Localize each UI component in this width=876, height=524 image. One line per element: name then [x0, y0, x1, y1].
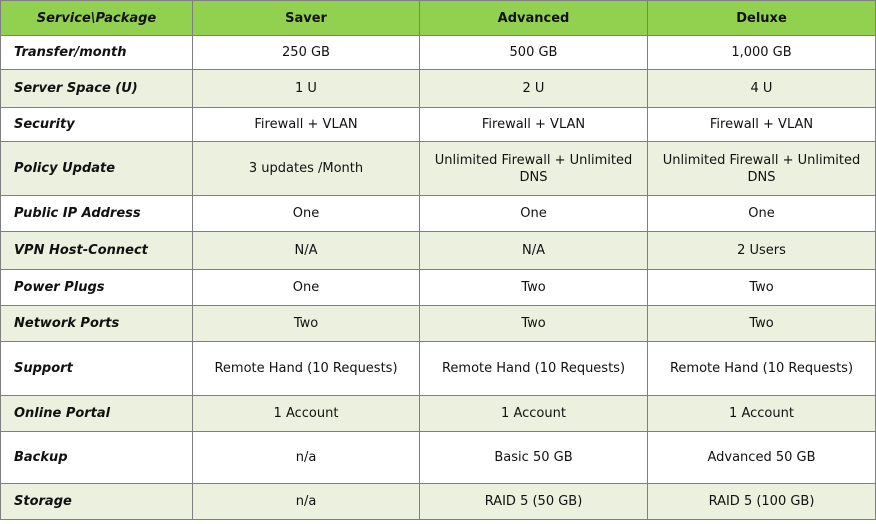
row-label: Public IP Address: [0, 195, 193, 232]
cell-deluxe: Two: [647, 305, 876, 342]
cell-advanced: Two: [419, 269, 648, 306]
cell-deluxe: One: [647, 195, 876, 232]
cell-saver: One: [192, 195, 420, 232]
table-row: Transfer/month 250 GB 500 GB 1,000 GB: [0, 35, 876, 70]
table-row: Backup n/a Basic 50 GB Advanced 50 GB: [0, 431, 876, 484]
cell-saver: n/a: [192, 483, 420, 520]
header-saver: Saver: [192, 0, 420, 36]
cell-saver: One: [192, 269, 420, 306]
cell-advanced: 500 GB: [419, 35, 648, 70]
table-row: Security Firewall + VLAN Firewall + VLAN Fi…: [0, 107, 876, 142]
cell-deluxe: 4 U: [647, 69, 876, 108]
cell-saver: 1 Account: [192, 395, 420, 432]
cell-deluxe: Firewall + VLAN: [647, 107, 876, 142]
table-row: Network Ports Two Two Two: [0, 305, 876, 342]
cell-advanced: Basic 50 GB: [419, 431, 648, 484]
cell-deluxe: Remote Hand (10 Requests): [647, 341, 876, 396]
table-row: Support Remote Hand (10 Requests) Remote H…: [0, 341, 876, 396]
cell-saver: 250 GB: [192, 35, 420, 70]
row-label: Storage: [0, 483, 193, 520]
cell-deluxe: Advanced 50 GB: [647, 431, 876, 484]
cell-advanced: 1 Account: [419, 395, 648, 432]
cell-advanced: Remote Hand (10 Requests): [419, 341, 648, 396]
table-row: Power Plugs One Two Two: [0, 269, 876, 306]
row-label: Support: [0, 341, 193, 396]
cell-saver: Two: [192, 305, 420, 342]
cell-advanced: Unlimited Firewall + Unlimited DNS: [419, 141, 648, 196]
cell-deluxe: 2 Users: [647, 231, 876, 270]
cell-saver: Firewall + VLAN: [192, 107, 420, 142]
row-label: Power Plugs: [0, 269, 193, 306]
cell-advanced: RAID 5 (50 GB): [419, 483, 648, 520]
table-row: Policy Update 3 updates /Month Unlimited F…: [0, 141, 876, 196]
header-deluxe: Deluxe: [647, 0, 876, 36]
cell-deluxe: 1,000 GB: [647, 35, 876, 70]
cell-deluxe: Unlimited Firewall + Unlimited DNS: [647, 141, 876, 196]
row-label: Policy Update: [0, 141, 193, 196]
row-label: VPN Host-Connect: [0, 231, 193, 270]
cell-advanced: Two: [419, 305, 648, 342]
cell-saver: N/A: [192, 231, 420, 270]
header-service-package: Service\Package: [0, 0, 193, 36]
cell-advanced: N/A: [419, 231, 648, 270]
table-body: Transfer/month 250 GB 500 GB 1,000 GB Server…: [0, 35, 876, 520]
row-label: Security: [0, 107, 193, 142]
row-label: Transfer/month: [0, 35, 193, 70]
cell-saver: Remote Hand (10 Requests): [192, 341, 420, 396]
table-row: Server Space (U) 1 U2 U4 U: [0, 69, 876, 108]
package-comparison-table: Service\Package Saver Advanced Deluxe Tr…: [0, 0, 876, 520]
table-row: VPN Host-Connect N/A N/A 2 Users: [0, 231, 876, 270]
cell-advanced: Firewall + VLAN: [419, 107, 648, 142]
row-label: Backup: [0, 431, 193, 484]
cell-deluxe: Two: [647, 269, 876, 306]
row-label: Network Ports: [0, 305, 193, 342]
table-row: Online Portal 1 Account 1 Account 1 Account: [0, 395, 876, 432]
cell-deluxe: RAID 5 (100 GB): [647, 483, 876, 520]
cell-saver: n/a: [192, 431, 420, 484]
cell-saver: 3 updates /Month: [192, 141, 420, 196]
cell-advanced: One: [419, 195, 648, 232]
table-row: Storage n/a RAID 5 (50 GB) RAID 5 (100 GB): [0, 483, 876, 520]
header-row: Service\Package Saver Advanced Deluxe: [0, 0, 876, 36]
row-label: Online Portal: [0, 395, 193, 432]
cell-saver: 1 U: [192, 69, 420, 108]
cell-deluxe: 1 Account: [647, 395, 876, 432]
table-header: Service\Package Saver Advanced Deluxe: [0, 0, 876, 36]
table-row: Public IP Address One One One: [0, 195, 876, 232]
header-advanced: Advanced: [419, 0, 648, 36]
row-label: Server Space (U): [0, 69, 193, 108]
cell-advanced: 2 U: [419, 69, 648, 108]
